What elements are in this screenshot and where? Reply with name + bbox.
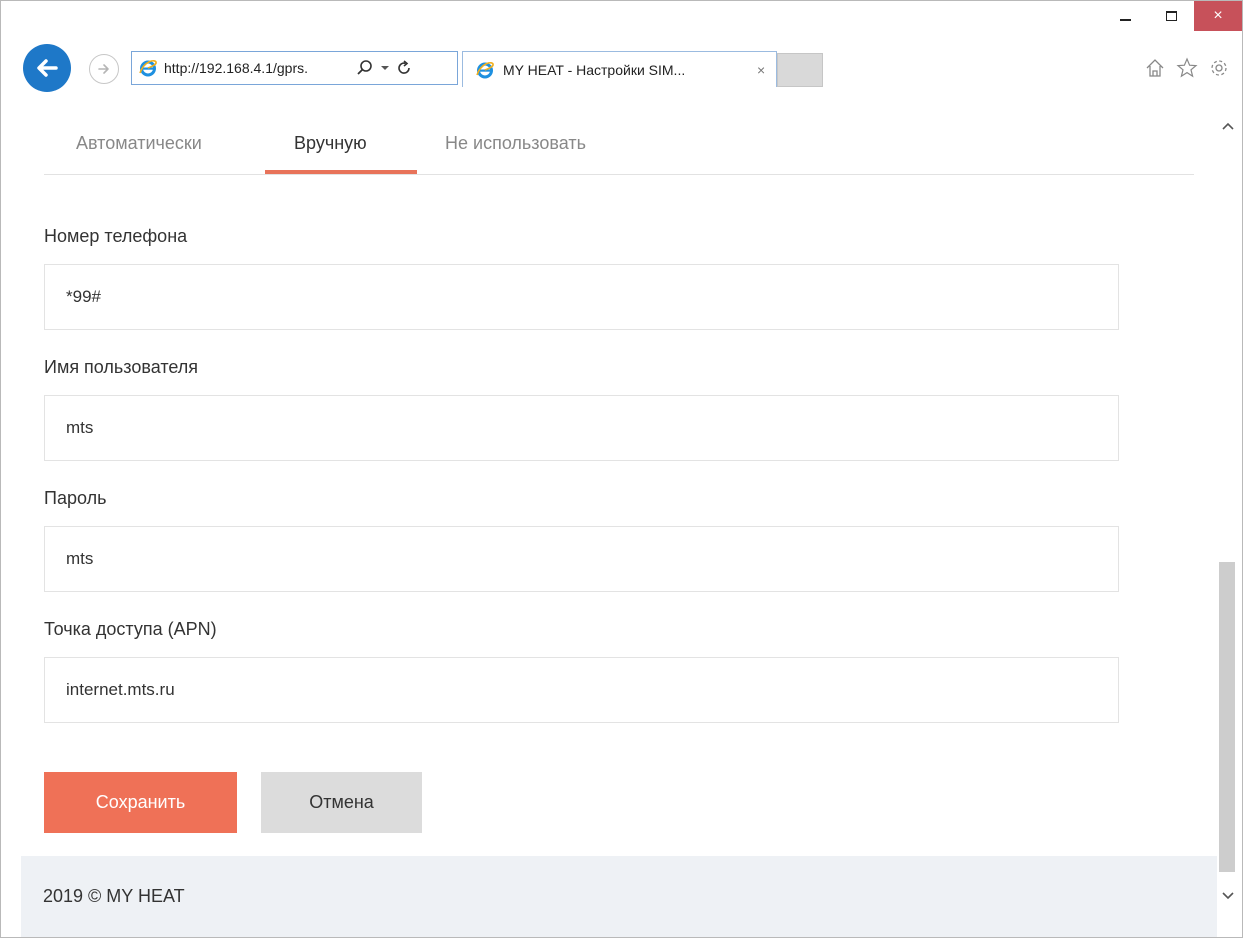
ie-logo-icon (139, 59, 157, 77)
connection-mode-tabs: Автоматически Вручную Не использовать (44, 97, 1194, 175)
address-bar[interactable]: http://192.168.4.1/gprs. (131, 51, 458, 85)
settings-gear-icon[interactable] (1208, 57, 1230, 79)
minimize-button[interactable] (1102, 1, 1148, 31)
scroll-thumb[interactable] (1219, 562, 1235, 872)
maximize-button[interactable] (1148, 1, 1194, 31)
browser-window: × http://192.168.4.1/gprs. MY HEAT - Нас… (0, 0, 1243, 938)
favorites-star-icon[interactable] (1176, 57, 1198, 79)
scroll-up-icon[interactable] (1221, 121, 1235, 131)
forward-button[interactable] (89, 54, 119, 84)
window-controls: × (1102, 1, 1242, 31)
dropdown-arrow-icon[interactable] (380, 63, 390, 73)
username-input[interactable]: mts (44, 395, 1119, 461)
address-tools (356, 59, 412, 77)
close-window-button[interactable]: × (1194, 1, 1242, 31)
scroll-down-icon[interactable] (1221, 891, 1235, 901)
page-footer: 2019 © MY HEAT (21, 856, 1217, 937)
back-arrow-icon (37, 59, 58, 77)
tab-manual[interactable]: Вручную (294, 133, 367, 154)
close-icon: × (1213, 7, 1223, 24)
tab-not-use[interactable]: Не использовать (445, 133, 586, 154)
forward-arrow-icon (98, 64, 109, 74)
address-url: http://192.168.4.1/gprs. (164, 60, 308, 76)
ie-logo-icon (476, 61, 494, 78)
tab-title: MY HEAT - Настройки SIM... (503, 61, 686, 78)
minimize-icon (1119, 19, 1131, 21)
save-button[interactable]: Сохранить (44, 772, 237, 833)
username-label: Имя пользователя (44, 357, 199, 377)
password-input[interactable]: mts (44, 526, 1119, 592)
password-label: Пароль (44, 488, 107, 508)
apn-label: Точка доступа (APN) (44, 619, 217, 639)
phone-label: Номер телефона (44, 226, 188, 246)
browser-tab[interactable]: MY HEAT - Настройки SIM... × (462, 51, 777, 87)
maximize-icon (1165, 11, 1177, 21)
vertical-scrollbar[interactable] (1217, 97, 1242, 937)
page-content: Автоматически Вручную Не использовать Но… (21, 97, 1217, 937)
home-icon[interactable] (1144, 57, 1166, 79)
refresh-icon[interactable] (396, 60, 412, 76)
back-button[interactable] (23, 44, 71, 92)
footer-copyright: 2019 © MY HEAT (43, 886, 185, 906)
search-icon[interactable] (356, 59, 374, 77)
cancel-button[interactable]: Отмена (261, 772, 422, 833)
new-tab-button[interactable] (777, 53, 823, 87)
phone-input[interactable]: *99# (44, 264, 1119, 330)
apn-input[interactable]: internet.mts.ru (44, 657, 1119, 723)
toolbar-right-icons (1144, 57, 1230, 79)
tab-automatic[interactable]: Автоматически (76, 133, 202, 154)
tab-close-icon[interactable]: × (757, 62, 765, 78)
active-tab-underline (265, 170, 417, 174)
browser-toolbar: http://192.168.4.1/gprs. MY HEAT - Настр… (1, 39, 1242, 97)
